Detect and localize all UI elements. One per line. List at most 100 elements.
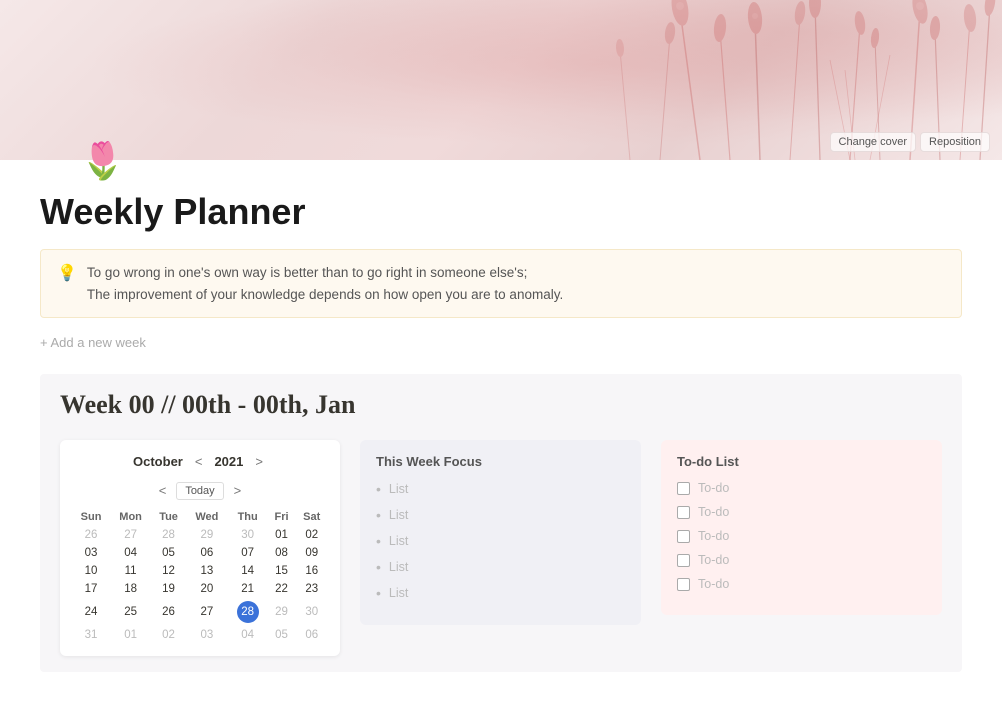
calendar-day[interactable]: 27 [110, 526, 151, 544]
focus-title: This Week Focus [376, 454, 625, 469]
calendar-day[interactable]: 01 [268, 526, 296, 544]
next-month-button[interactable]: > [251, 452, 267, 471]
calendar-header: October < 2021 > [72, 452, 328, 471]
day-header-fri: Fri [268, 508, 296, 526]
calendar-day[interactable]: 14 [228, 562, 268, 580]
calendar-year: 2021 [214, 454, 243, 469]
calendar-day[interactable]: 06 [295, 626, 328, 644]
calendar-day[interactable]: 01 [110, 626, 151, 644]
calendar-day[interactable]: 19 [151, 580, 186, 598]
calendar-day[interactable]: 18 [110, 580, 151, 598]
change-cover-button[interactable]: Change cover [830, 132, 917, 152]
focus-list-item[interactable]: List [376, 559, 625, 575]
focus-list-item[interactable]: List [376, 481, 625, 497]
page-icon[interactable]: 🌷 [80, 143, 125, 179]
week-section: Week 00 // 00th - 00th, Jan October < 20… [40, 374, 962, 672]
prev-week-button[interactable]: < [155, 481, 171, 500]
reposition-button[interactable]: Reposition [920, 132, 990, 152]
calendar-nav-bar: < Today > [72, 481, 328, 500]
calendar-day-headers: Sun Mon Tue Wed Thu Fri Sat [72, 508, 328, 526]
calendar-day[interactable]: 04 [228, 626, 268, 644]
calendar-day[interactable]: 28 [228, 598, 268, 626]
calendar-day[interactable]: 09 [295, 544, 328, 562]
calendar-day[interactable]: 06 [186, 544, 228, 562]
day-header-wed: Wed [186, 508, 228, 526]
calendar-day[interactable]: 02 [295, 526, 328, 544]
calendar-day[interactable]: 05 [268, 626, 296, 644]
calendar-day[interactable]: 29 [268, 598, 296, 626]
calendar-day[interactable]: 23 [295, 580, 328, 598]
calendar-day[interactable]: 27 [186, 598, 228, 626]
calendar: October < 2021 > < Today > Sun Mon Tue [60, 440, 340, 656]
todo-checkbox[interactable] [677, 554, 690, 567]
todo-list-item[interactable]: To-do [677, 577, 926, 591]
add-week-button[interactable]: + Add a new week [40, 335, 146, 350]
focus-list: List List List List List [376, 481, 625, 601]
day-header-sat: Sat [295, 508, 328, 526]
focus-section: This Week Focus List List List List List [360, 440, 641, 625]
quote-block: 💡 To go wrong in one's own way is better… [40, 249, 962, 318]
calendar-day[interactable]: 10 [72, 562, 110, 580]
calendar-day[interactable]: 30 [295, 598, 328, 626]
todo-section: To-do List To-do To-do To-do To-do To-do [661, 440, 942, 615]
calendar-month: October [133, 454, 183, 469]
day-header-sun: Sun [72, 508, 110, 526]
calendar-day[interactable]: 31 [72, 626, 110, 644]
calendar-day[interactable]: 04 [110, 544, 151, 562]
calendar-day[interactable]: 17 [72, 580, 110, 598]
next-week-button[interactable]: > [230, 481, 246, 500]
calendar-day[interactable]: 08 [268, 544, 296, 562]
calendar-day[interactable]: 26 [72, 526, 110, 544]
calendar-day[interactable]: 13 [186, 562, 228, 580]
calendar-day[interactable]: 03 [186, 626, 228, 644]
todo-checkbox[interactable] [677, 482, 690, 495]
calendar-day[interactable]: 12 [151, 562, 186, 580]
day-header-mon: Mon [110, 508, 151, 526]
focus-list-item[interactable]: List [376, 585, 625, 601]
quote-text: To go wrong in one's own way is better t… [87, 262, 563, 305]
calendar-day[interactable]: 15 [268, 562, 296, 580]
calendar-day[interactable]: 30 [228, 526, 268, 544]
page-title: Weekly Planner [40, 191, 962, 233]
quote-icon: 💡 [57, 263, 77, 305]
week-title: Week 00 // 00th - 00th, Jan [60, 390, 942, 420]
week-body: October < 2021 > < Today > Sun Mon Tue [60, 440, 942, 656]
todo-list-item[interactable]: To-do [677, 505, 926, 519]
calendar-day[interactable]: 07 [228, 544, 268, 562]
calendar-day[interactable]: 02 [151, 626, 186, 644]
todo-label: To-do [698, 481, 729, 495]
todo-label: To-do [698, 529, 729, 543]
day-header-tue: Tue [151, 508, 186, 526]
calendar-day[interactable]: 21 [228, 580, 268, 598]
todo-checkbox[interactable] [677, 530, 690, 543]
cover-actions[interactable]: Change cover Reposition [830, 132, 990, 152]
calendar-day[interactable]: 24 [72, 598, 110, 626]
todo-list-item[interactable]: To-do [677, 553, 926, 567]
calendar-day[interactable]: 26 [151, 598, 186, 626]
cover-image: Change cover Reposition [0, 0, 1002, 160]
prev-month-button[interactable]: < [191, 452, 207, 471]
todo-label: To-do [698, 577, 729, 591]
todo-list: To-do To-do To-do To-do To-do [677, 481, 926, 591]
calendar-day[interactable]: 11 [110, 562, 151, 580]
calendar-day[interactable]: 28 [151, 526, 186, 544]
calendar-day[interactable]: 16 [295, 562, 328, 580]
todo-checkbox[interactable] [677, 578, 690, 591]
calendar-day[interactable]: 05 [151, 544, 186, 562]
calendar-day[interactable]: 03 [72, 544, 110, 562]
focus-list-item[interactable]: List [376, 507, 625, 523]
todo-checkbox[interactable] [677, 506, 690, 519]
calendar-day[interactable]: 29 [186, 526, 228, 544]
todo-list-item[interactable]: To-do [677, 481, 926, 495]
todo-list-item[interactable]: To-do [677, 529, 926, 543]
todo-title: To-do List [677, 454, 926, 469]
calendar-day[interactable]: 20 [186, 580, 228, 598]
calendar-day[interactable]: 22 [268, 580, 296, 598]
calendar-day[interactable]: 25 [110, 598, 151, 626]
calendar-grid: Sun Mon Tue Wed Thu Fri Sat 262728293001… [72, 508, 328, 644]
focus-list-item[interactable]: List [376, 533, 625, 549]
today-button[interactable]: Today [176, 482, 223, 500]
day-header-thu: Thu [228, 508, 268, 526]
todo-label: To-do [698, 505, 729, 519]
todo-label: To-do [698, 553, 729, 567]
